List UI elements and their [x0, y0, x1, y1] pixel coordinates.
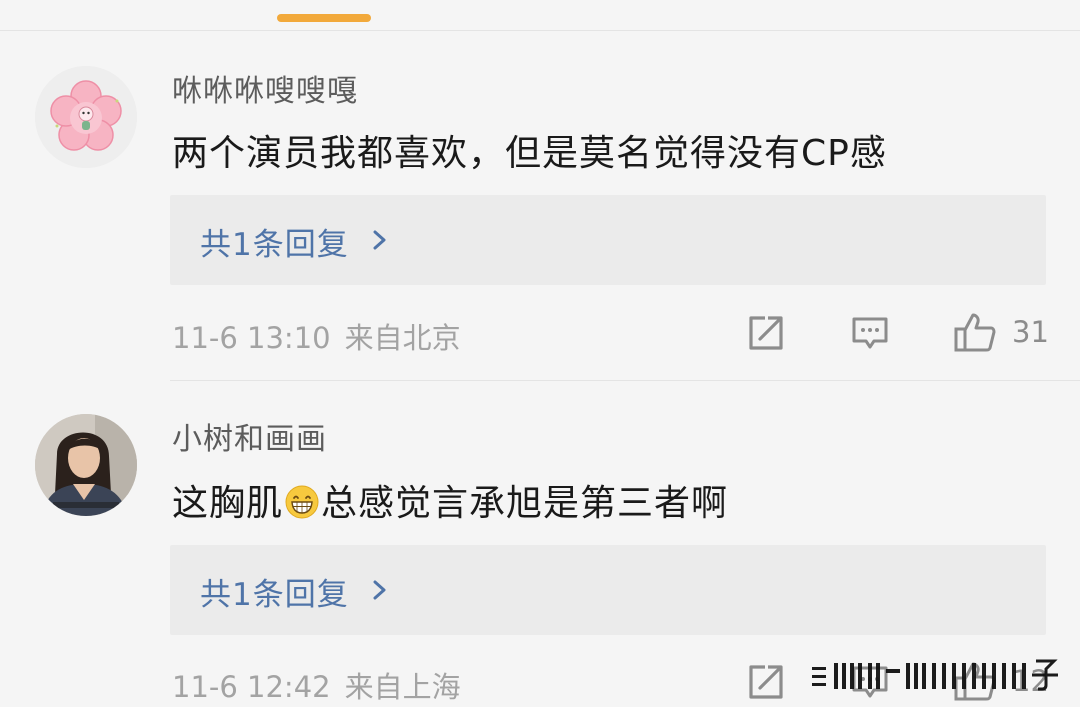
- comment-text-part: 这胸肌: [172, 483, 284, 524]
- comment-username[interactable]: 咻咻咻嗖嗖嘎: [172, 66, 358, 110]
- comment-text: 这胸肌 总感觉言承旭是第三者啊: [172, 474, 728, 526]
- watermark-logo: [812, 659, 1058, 691]
- comment-location: 来自上海: [344, 670, 461, 704]
- active-tab-indicator: [277, 14, 371, 22]
- top-divider: [0, 30, 1080, 31]
- view-replies-button[interactable]: 共1条回复: [170, 545, 1046, 635]
- grinning-face-emoji: [285, 485, 319, 519]
- comment-text-part: 总感觉言承旭是第三者啊: [321, 483, 729, 524]
- comment-meta: 11-6 13:10 来自北京: [172, 315, 461, 357]
- chevron-right-icon: [373, 230, 386, 250]
- chevron-right-icon: [373, 580, 386, 600]
- replies-count-label: 共1条回复: [200, 227, 349, 263]
- comment-timestamp: 11-6 13:10: [172, 321, 331, 355]
- like-count: 31: [1012, 315, 1049, 349]
- comment-location: 来自北京: [344, 321, 461, 355]
- comment-list-page: 咻咻咻嗖嗖嘎 两个演员我都喜欢，但是莫名觉得没有CP感 共1条回复 11-6 1…: [0, 0, 1080, 707]
- avatar[interactable]: [35, 414, 137, 516]
- share-icon[interactable]: [746, 313, 786, 353]
- comment-divider: [170, 380, 1080, 381]
- view-replies-button[interactable]: 共1条回复: [170, 195, 1046, 285]
- thumbs-up-icon[interactable]: [953, 310, 997, 354]
- avatar[interactable]: [35, 66, 137, 168]
- comment-meta: 11-6 12:42 来自上海: [172, 664, 461, 706]
- flower-avatar-icon: [35, 66, 137, 168]
- share-icon[interactable]: [746, 662, 786, 702]
- comment-username[interactable]: 小树和画画: [172, 414, 327, 458]
- replies-count-label: 共1条回复: [200, 577, 349, 613]
- comment-icon[interactable]: [850, 313, 890, 353]
- comment-text: 两个演员我都喜欢，但是莫名觉得没有CP感: [172, 133, 887, 174]
- user-photo-avatar: [35, 414, 137, 516]
- comment-timestamp: 11-6 12:42: [172, 670, 331, 704]
